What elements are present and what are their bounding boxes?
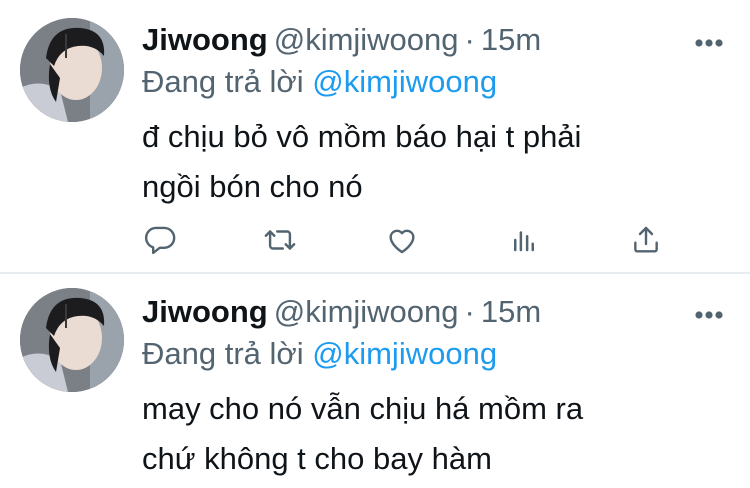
tweet-text: đ chịu bỏ vô mồm báo hại t phải ngồi bón… <box>142 112 702 212</box>
timestamp[interactable]: 15m <box>481 22 541 57</box>
replying-to: Đang trả lời @kimjiwoong <box>142 334 497 374</box>
tweet-header: Jiwoong @kimjiwoong · 15m <box>142 292 541 332</box>
more-horizontal-icon[interactable] <box>694 35 724 47</box>
separator: · <box>464 294 475 329</box>
separator: · <box>464 22 475 57</box>
handle[interactable]: @kimjiwoong <box>274 22 459 57</box>
reply-icon[interactable] <box>140 222 180 258</box>
avatar[interactable] <box>20 288 124 392</box>
mention-link[interactable]: @kimjiwoong <box>312 64 497 99</box>
avatar[interactable] <box>20 18 124 122</box>
handle[interactable]: @kimjiwoong <box>274 294 459 329</box>
retweet-icon[interactable] <box>260 222 300 258</box>
heart-icon[interactable] <box>382 222 422 258</box>
tweet-header: Jiwoong @kimjiwoong · 15m <box>142 20 541 60</box>
replying-to-label: Đang trả lời <box>142 64 304 99</box>
tweet-text-line: đ chịu bỏ vô mồm báo hại t phải <box>142 119 582 154</box>
tweet[interactable]: Jiwoong @kimjiwoong · 15m Đang trả lời @kim… <box>0 274 750 488</box>
share-icon[interactable] <box>626 222 666 258</box>
tweet-text-line: ngồi bón cho nó <box>142 169 363 204</box>
display-name[interactable]: Jiwoong <box>142 22 268 57</box>
tweet[interactable]: Jiwoong @kimjiwoong · 15m Đang trả lời @kim… <box>0 0 750 272</box>
tweet-actions <box>140 222 670 258</box>
display-name[interactable]: Jiwoong <box>142 294 268 329</box>
tweet-text-line: chứ không t cho bay hàm <box>142 441 492 476</box>
more-horizontal-icon[interactable] <box>694 307 724 319</box>
mention-link[interactable]: @kimjiwoong <box>312 336 497 371</box>
replying-to: Đang trả lời @kimjiwoong <box>142 62 497 102</box>
analytics-icon[interactable] <box>504 222 544 258</box>
replying-to-label: Đang trả lời <box>142 336 304 371</box>
timestamp[interactable]: 15m <box>481 294 541 329</box>
tweet-text-line: may cho nó vẫn chịu há mồm ra <box>142 391 584 426</box>
tweet-text: may cho nó vẫn chịu há mồm ra chứ không … <box>142 384 702 484</box>
